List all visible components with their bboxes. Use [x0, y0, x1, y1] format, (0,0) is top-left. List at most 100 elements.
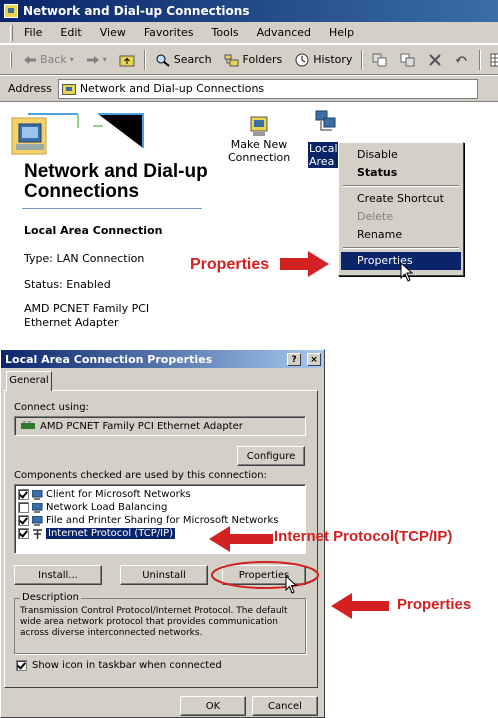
- move-to-icon: [372, 53, 387, 66]
- views-button[interactable]: [487, 53, 498, 67]
- delete-button[interactable]: [425, 53, 445, 67]
- divider: [22, 208, 202, 209]
- address-field[interactable]: Network and Dial-up Connections: [57, 78, 478, 99]
- views-icon: [490, 53, 498, 66]
- back-label: Back: [40, 53, 67, 66]
- menu-favorites[interactable]: Favorites: [135, 26, 203, 39]
- search-icon: [156, 54, 170, 67]
- back-button[interactable]: Back ▾: [20, 53, 77, 66]
- configure-button[interactable]: Configure: [237, 446, 305, 466]
- menu-edit[interactable]: Edit: [51, 26, 90, 39]
- network-load-balancing-icon: [32, 502, 43, 513]
- address-label: Address: [8, 82, 52, 95]
- folders-icon: [224, 54, 239, 66]
- undo-button[interactable]: [451, 53, 473, 67]
- components-label: Components checked are used by this conn…: [14, 470, 267, 481]
- adapter-name: AMD PCNET Family PCI Ethernet Adapter: [40, 420, 243, 432]
- connection-type: Type: LAN Connection: [24, 252, 145, 265]
- help-button[interactable]: ?: [287, 353, 302, 367]
- callout-properties-label: Properties: [190, 256, 270, 273]
- menu-separator: [343, 247, 459, 249]
- callout-properties-2-label: Properties: [397, 596, 472, 613]
- copy-to-icon: [400, 53, 415, 66]
- menu-item-disable[interactable]: Disable: [341, 146, 461, 164]
- undo-icon: [456, 55, 468, 63]
- adapter-field: AMD PCNET Family PCI Ethernet Adapter: [14, 416, 306, 436]
- history-label: History: [313, 53, 353, 66]
- dropdown-arrow-icon[interactable]: ▾: [103, 55, 107, 64]
- toolbar-separator: [479, 49, 482, 70]
- back-arrow-icon: [24, 55, 36, 64]
- description-text: Transmission Control Protocol/Internet P…: [20, 606, 288, 638]
- history-button[interactable]: History: [291, 53, 355, 67]
- red-ellipse-highlight: [211, 561, 319, 589]
- local-area-connection-label: Local Area Conne: [308, 142, 342, 168]
- cancel-button[interactable]: Cancel: [252, 696, 318, 716]
- forward-arrow-icon: [86, 55, 99, 64]
- protocol-icon: [33, 528, 42, 539]
- network-folder-icon: [61, 83, 76, 95]
- copy-to-button[interactable]: [397, 53, 419, 67]
- component-checkbox[interactable]: [18, 528, 29, 539]
- standard-toolbar: Back ▾ ▾ Search Folders History: [0, 45, 498, 75]
- window-titlebar[interactable]: Network and Dial-up Connections: [0, 0, 498, 22]
- component-checkbox[interactable]: [18, 515, 29, 526]
- forward-button[interactable]: ▾: [83, 55, 110, 65]
- component-label: Network Load Balancing: [46, 502, 168, 513]
- component-checkbox[interactable]: [18, 489, 29, 500]
- search-label: Search: [173, 53, 212, 66]
- folders-label: Folders: [242, 53, 283, 66]
- connection-adapter: AMD PCNET Family PCI Ethernet Adapter: [24, 302, 150, 329]
- ok-button[interactable]: OK: [180, 696, 246, 716]
- menu-advanced[interactable]: Advanced: [248, 26, 320, 39]
- folders-button[interactable]: Folders: [221, 53, 286, 67]
- connect-using-label: Connect using:: [14, 402, 89, 413]
- make-new-connection-label: Make New Connection: [228, 138, 291, 164]
- red-arrow-left-icon: [209, 526, 273, 552]
- description-label: Description: [20, 592, 81, 603]
- menu-separator: [343, 185, 459, 187]
- dialog-titlebar[interactable]: Local Area Connection Properties ? ×: [1, 350, 324, 368]
- show-icon-option[interactable]: Show icon in taskbar when connected: [16, 660, 222, 671]
- network-card-icon: [21, 421, 35, 429]
- delete-icon: [429, 53, 442, 66]
- component-label-selected: Internet Protocol (TCP/IP): [46, 528, 176, 539]
- uninstall-button[interactable]: Uninstall: [120, 565, 208, 585]
- callout-tcpip-label: Internet Protocol(TCP/IP): [274, 528, 453, 545]
- component-label: Client for Microsoft Networks: [46, 489, 191, 500]
- dialog-title: Local Area Connection Properties: [5, 352, 213, 366]
- menu-tools[interactable]: Tools: [203, 26, 248, 39]
- search-button[interactable]: Search: [152, 53, 215, 67]
- menu-help[interactable]: Help: [320, 26, 363, 39]
- file-sharing-icon: [32, 515, 43, 526]
- menu-item-create-shortcut[interactable]: Create Shortcut: [341, 190, 461, 208]
- toolbar-grip[interactable]: [10, 51, 12, 68]
- toolbar-separator: [361, 49, 364, 70]
- red-arrow-right-icon: [280, 251, 329, 277]
- component-checkbox[interactable]: [18, 502, 29, 513]
- dropdown-arrow-icon[interactable]: ▾: [70, 55, 74, 64]
- close-button[interactable]: ×: [307, 353, 321, 367]
- address-value: Network and Dial-up Connections: [79, 82, 265, 95]
- toolbar-grip[interactable]: [10, 24, 13, 41]
- install-button[interactable]: Install...: [14, 565, 102, 585]
- up-folder-icon: [119, 55, 135, 66]
- page-title: Network and Dial-up Connections: [24, 161, 208, 202]
- menu-item-status[interactable]: Status: [341, 164, 461, 182]
- mouse-cursor-icon: [285, 575, 298, 594]
- list-item[interactable]: Network Load Balancing: [15, 501, 305, 514]
- menu-item-delete: Delete: [357, 210, 394, 223]
- network-folder-icon: [4, 4, 18, 18]
- list-item[interactable]: Client for Microsoft Networks: [15, 488, 305, 501]
- move-to-button[interactable]: [369, 53, 391, 67]
- menu-view[interactable]: View: [91, 26, 135, 39]
- up-folder-button[interactable]: [116, 53, 138, 67]
- address-bar: Address Network and Dial-up Connections: [0, 76, 498, 102]
- menu-file[interactable]: File: [15, 26, 51, 39]
- window-title: Network and Dial-up Connections: [23, 4, 250, 18]
- make-new-connection-item[interactable]: Make New Connection: [228, 116, 290, 164]
- show-icon-checkbox[interactable]: [16, 660, 27, 671]
- tab-general[interactable]: General: [6, 371, 52, 391]
- menu-item-rename[interactable]: Rename: [341, 226, 461, 244]
- mouse-cursor-icon: [400, 262, 414, 282]
